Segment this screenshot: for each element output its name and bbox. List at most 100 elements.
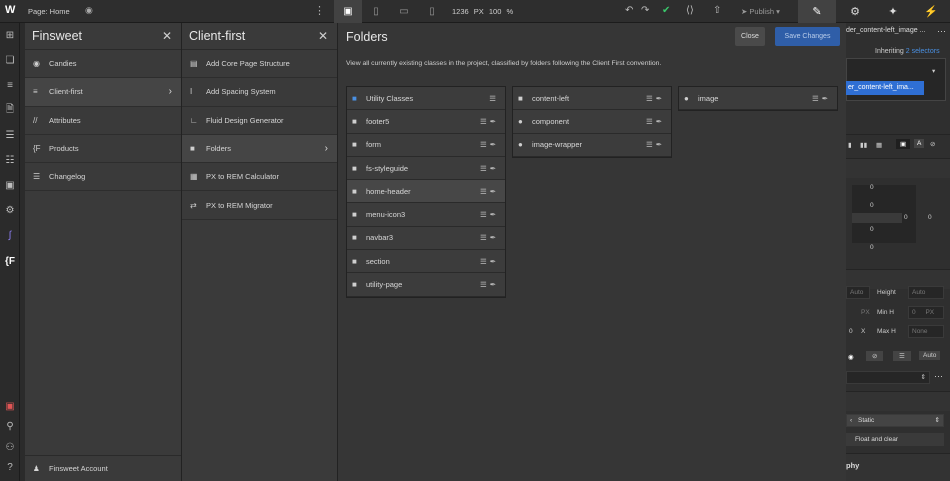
list-wrench-icons[interactable]: ☰✒ (480, 164, 499, 173)
overflow-visible-eye-icon[interactable]: ◉ (848, 353, 854, 361)
users-icon[interactable]: ⚇ (3, 441, 17, 455)
overflow-scroll-icon[interactable]: ☰ (893, 351, 911, 361)
selected-class-chip[interactable]: er_content-left_ima... (846, 81, 924, 95)
folder-row[interactable]: ■ footer5 ☰✒ (347, 110, 505, 134)
interactions-tab-icon[interactable]: ✦ (874, 0, 912, 23)
undo-icon[interactable]: ↶ (625, 5, 633, 16)
display-inline-icon[interactable]: A (914, 139, 925, 148)
padding-bottom-value[interactable]: 0 (870, 226, 874, 233)
cms-icon[interactable]: ☰ (3, 129, 17, 143)
menu-item-client-first[interactable]: ≡ Client-first › (25, 78, 181, 107)
navigator-icon[interactable]: ≡ (3, 79, 17, 93)
list-wrench-icons[interactable]: ☰✒ (480, 140, 499, 149)
tablet-breakpoint-icon[interactable]: ▯ (362, 0, 390, 23)
settings-tab-gear-icon[interactable]: ⚙ (836, 0, 874, 23)
save-changes-button[interactable]: Save Changes (775, 27, 840, 46)
inheriting-link[interactable]: 2 selectors (906, 48, 940, 55)
finsweet-extension-icon[interactable]: {F (3, 255, 17, 269)
search-icon[interactable]: ⚲ (3, 420, 17, 434)
width-input[interactable]: Auto (846, 286, 870, 299)
symbols-icon[interactable]: ❏ (3, 54, 17, 68)
close-button[interactable]: Close (735, 27, 765, 46)
margin-bottom-value[interactable]: 0 (870, 244, 874, 251)
display-inline-block-icon[interactable]: ▣ (896, 139, 911, 149)
more-dots-icon[interactable]: ⋮ (314, 4, 325, 17)
list-wrench-icons[interactable]: ☰✒ (646, 94, 665, 103)
add-elements-icon[interactable]: ⊞ (3, 29, 17, 43)
overflow-hidden-icon[interactable]: ⊘ (866, 351, 884, 361)
ecommerce-icon[interactable]: ☷ (3, 154, 17, 168)
menu-item-fluid-design[interactable]: ∟ Fluid Design Generator (182, 107, 337, 135)
settings-gear-icon[interactable]: ⚙ (3, 204, 17, 218)
list-wrench-icons[interactable]: ☰✒ (480, 117, 499, 126)
style-guide-icon[interactable]: ∫ (3, 229, 17, 243)
min-h-input[interactable]: 0 PX (908, 306, 944, 319)
list-wrench-icons[interactable]: ☰✒ (480, 233, 499, 242)
preview-eye-icon[interactable]: ◉ (85, 5, 93, 16)
finsweet-account-link[interactable]: ♟ Finsweet Account (25, 455, 181, 481)
folder-row[interactable]: ■ Utility Classes ☰ (347, 87, 505, 111)
list-icon[interactable]: ☰ (489, 94, 499, 103)
padding-top-value[interactable]: 0 (870, 202, 874, 209)
mobile-landscape-breakpoint-icon[interactable]: ▭ (390, 0, 418, 23)
publish-button[interactable]: ➤ Publish ▾ (741, 7, 780, 16)
help-icon[interactable]: ? (3, 461, 17, 475)
folder-row[interactable]: ■ navbar3 ☰✒ (347, 226, 505, 251)
desktop-breakpoint-icon[interactable]: ▣ (334, 0, 362, 23)
folder-row[interactable]: ■ utility-page ☰✒ (347, 273, 505, 297)
folder-row[interactable]: ● image ☰✒ (679, 87, 837, 111)
float-and-clear-button[interactable]: Float and clear (846, 433, 944, 446)
menu-item-core-page-structure[interactable]: ▤ Add Core Page Structure (182, 50, 337, 79)
folder-row[interactable]: ■ form ☰✒ (347, 133, 505, 157)
folder-row[interactable]: ■ section ☰✒ (347, 250, 505, 274)
menu-item-px-rem-calculator[interactable]: ▦ PX to REM Calculator (182, 163, 337, 192)
overflow-auto-button[interactable]: Auto (919, 351, 941, 360)
margin-top-value[interactable]: 0 (870, 184, 874, 191)
menu-item-spacing-system[interactable]: I Add Spacing System (182, 78, 337, 107)
lightning-tab-icon[interactable]: ⚡ (912, 0, 950, 23)
list-wrench-icons[interactable]: ☰✒ (480, 257, 499, 266)
display-none-icon[interactable]: ⊘ (930, 140, 935, 148)
more-options-icon[interactable]: ⋯ (937, 26, 946, 37)
menu-item-attributes[interactable]: // Attributes (25, 107, 181, 135)
fit-select[interactable]: ⇕ (846, 371, 930, 384)
max-h-input[interactable]: None (908, 325, 944, 338)
folder-row[interactable]: ■ fs-styleguide ☰✒ (347, 156, 505, 181)
menu-item-candies[interactable]: ◉ Candies (25, 50, 181, 79)
code-icon[interactable]: ⟨⟩ (686, 5, 694, 16)
menu-item-px-rem-migrator[interactable]: ⇄ PX to REM Migrator (182, 191, 337, 220)
pages-icon[interactable]: 🗎 (3, 103, 17, 117)
list-wrench-icons[interactable]: ☰✒ (480, 187, 499, 196)
more-dots-icon[interactable]: ⋯ (934, 371, 943, 382)
list-wrench-icons[interactable]: ☰✒ (480, 210, 499, 219)
display-block-icon[interactable]: ▮ (848, 141, 852, 149)
folder-row[interactable]: ■ content-left ☰✒ (513, 87, 671, 111)
assets-icon[interactable]: ▣ (3, 179, 17, 193)
webflow-logo[interactable]: W (5, 4, 15, 16)
height-input[interactable]: Auto (908, 286, 944, 299)
position-select[interactable]: ‹ Static ⇕ (846, 414, 944, 427)
dropdown-arrow-icon[interactable]: ▾ (932, 67, 935, 75)
close-icon[interactable]: ✕ (318, 29, 328, 43)
margin-right-value[interactable]: 0 (928, 214, 932, 221)
list-wrench-icons[interactable]: ☰✒ (646, 140, 665, 149)
folder-row[interactable]: ■ menu-icon3 ☰✒ (347, 203, 505, 227)
style-panel-tab-brush-icon[interactable]: ✎ (798, 0, 836, 23)
export-icon[interactable]: ⇧ (713, 5, 721, 16)
page-selector[interactable]: Page: Home (28, 7, 70, 16)
close-icon[interactable]: ✕ (162, 29, 172, 43)
folder-row[interactable]: ■ home-header ☰✒ (347, 180, 505, 204)
list-wrench-icons[interactable]: ☰✒ (812, 94, 831, 103)
padding-right-value[interactable]: 0 (904, 214, 908, 221)
list-wrench-icons[interactable]: ☰✒ (480, 280, 499, 289)
mobile-portrait-breakpoint-icon[interactable]: ▯ (418, 0, 446, 23)
list-wrench-icons[interactable]: ☰✒ (646, 117, 665, 126)
folder-row[interactable]: ● image-wrapper ☰✒ (513, 133, 671, 157)
display-grid-icon[interactable]: ▦ (876, 141, 882, 149)
menu-item-folders[interactable]: ■ Folders › (182, 134, 337, 164)
folder-row[interactable]: ● component ☰✒ (513, 110, 671, 134)
redo-icon[interactable]: ↷ (641, 5, 649, 16)
menu-item-changelog[interactable]: ☰ Changelog (25, 163, 181, 192)
record-icon[interactable]: ▣ (3, 400, 17, 414)
display-flex-icon[interactable]: ▮▮ (860, 141, 867, 149)
